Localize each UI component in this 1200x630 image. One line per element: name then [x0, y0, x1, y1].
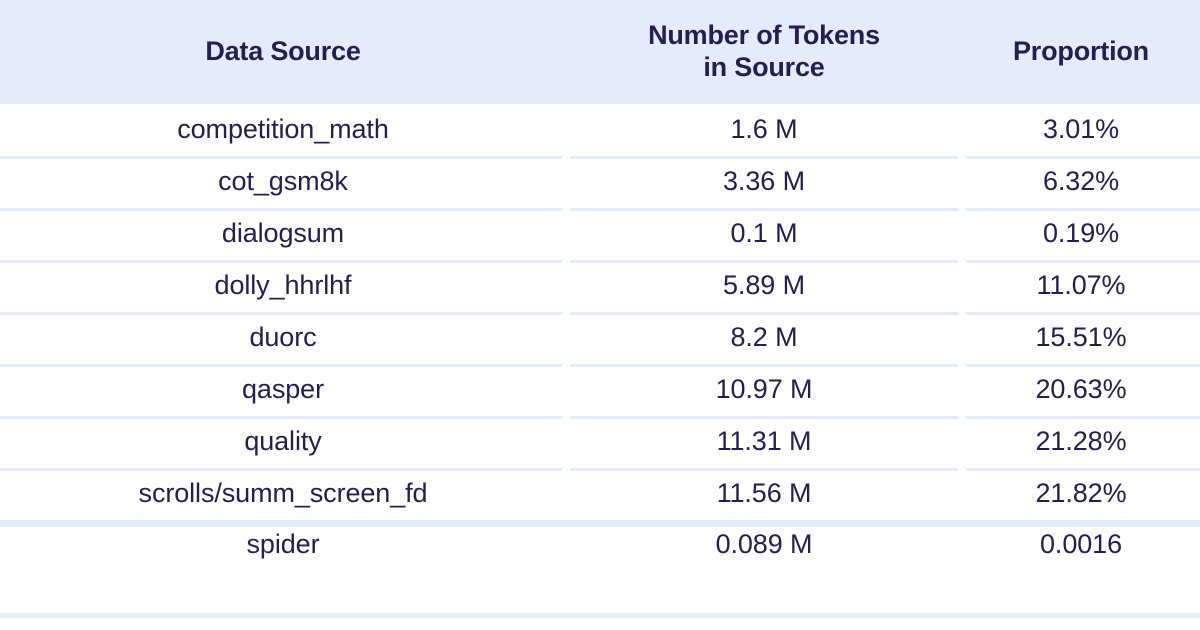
cell-num-tokens: 0.1 M [730, 218, 798, 249]
table-row: qasper 10.97 M 20.63% [0, 364, 1200, 416]
data-source-table: Data Source Number of Tokens in Source P… [0, 0, 1200, 630]
cell-data-source: scrolls/summ_screen_fd [138, 478, 428, 509]
cell-data-source: dolly_hhrlhf [214, 270, 352, 301]
table-row: dialogsum 0.1 M 0.19% [0, 208, 1200, 260]
column-header-num-tokens-line2: in Source [703, 52, 825, 82]
cell-data-source: quality [244, 426, 322, 457]
cell-data-source: cot_gsm8k [218, 166, 348, 197]
cell-num-tokens: 11.56 M [716, 478, 812, 509]
cell-proportion: 0.0016 [1040, 529, 1122, 559]
column-header-proportion-line1: Proportion [1013, 36, 1149, 67]
table-row: quality 11.31 M 21.28% [0, 416, 1200, 468]
table-row: duorc 8.2 M 15.51% [0, 312, 1200, 364]
cell-data-source: duorc [249, 322, 317, 353]
cell-proportion: 6.32% [1042, 166, 1120, 197]
cell-proportion: 15.51% [1035, 322, 1127, 353]
cell-num-tokens: 11.31 M [716, 426, 812, 457]
cell-data-source: spider [246, 529, 320, 559]
table-row: spider 0.089 M 0.0016 [0, 520, 1200, 616]
cell-proportion: 0.19% [1042, 218, 1120, 249]
table-row: competition_math 1.6 M 3.01% [0, 104, 1200, 156]
column-header-num-tokens-line1: Number of Tokens [648, 20, 880, 51]
table-row: dolly_hhrlhf 5.89 M 11.07% [0, 260, 1200, 312]
table-header-row: Data Source Number of Tokens in Source P… [0, 0, 1200, 104]
cell-proportion: 21.82% [1035, 478, 1127, 509]
cell-num-tokens: 1.6 M [730, 114, 798, 145]
table-row: cot_gsm8k 3.36 M 6.32% [0, 156, 1200, 208]
column-header-data-source-line1: Data Source [205, 36, 361, 67]
column-header-proportion: Proportion [962, 0, 1200, 104]
cell-proportion: 21.28% [1035, 426, 1127, 457]
cell-num-tokens: 8.2 M [730, 322, 798, 353]
cell-proportion: 3.01% [1042, 114, 1120, 145]
cell-num-tokens: 0.089 M [715, 529, 813, 559]
cell-data-source: qasper [242, 374, 324, 405]
table-bottom-rule [0, 613, 1200, 618]
cell-num-tokens: 5.89 M [723, 270, 805, 301]
column-header-num-tokens: Number of Tokens in Source [566, 0, 962, 104]
cell-proportion: 11.07% [1036, 270, 1126, 301]
cell-num-tokens: 3.36 M [723, 166, 805, 197]
cell-num-tokens: 10.97 M [715, 374, 813, 405]
cell-proportion: 20.63% [1035, 374, 1127, 405]
cell-data-source: competition_math [177, 114, 389, 145]
column-header-data-source: Data Source [0, 0, 566, 104]
table-body: competition_math 1.6 M 3.01% cot_gsm8k 3… [0, 104, 1200, 616]
cell-data-source: dialogsum [221, 218, 345, 249]
table-row: scrolls/summ_screen_fd 11.56 M 21.82% [0, 468, 1200, 520]
